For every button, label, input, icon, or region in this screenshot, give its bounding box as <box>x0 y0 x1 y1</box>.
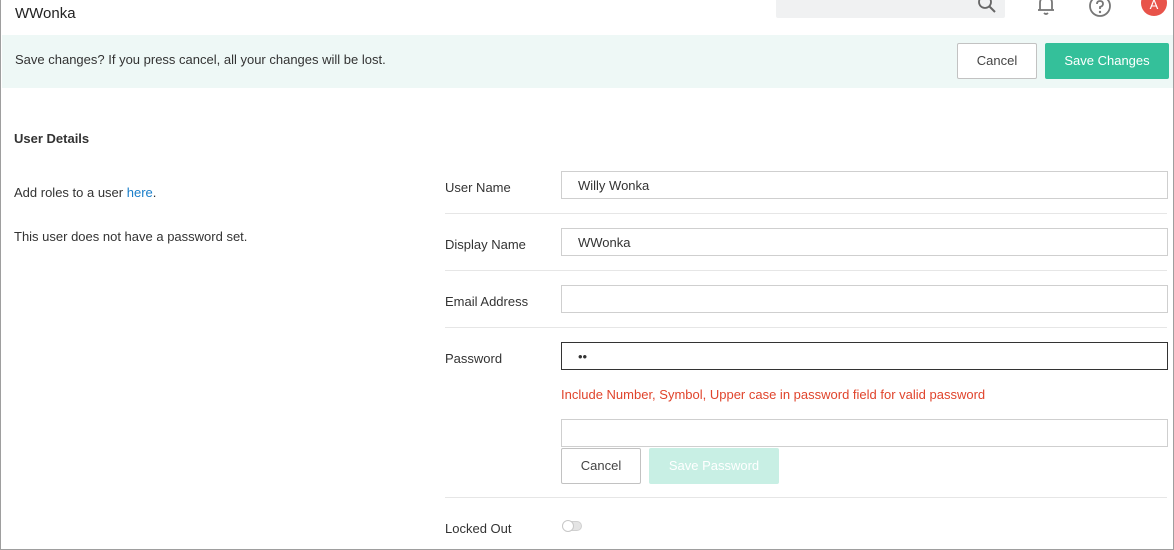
save-changes-button[interactable]: Save Changes <box>1045 43 1169 79</box>
email-input[interactable] <box>561 285 1168 313</box>
save-changes-banner: Save changes? If you press cancel, all y… <box>2 35 1173 88</box>
roles-suffix: . <box>152 185 157 200</box>
user-details-page: WWonka A Save changes? If you press canc… <box>0 0 1174 550</box>
banner-message: Save changes? If you press cancel, all y… <box>15 52 386 67</box>
user-name-label: User Name <box>445 180 511 195</box>
divider <box>445 327 1167 328</box>
display-name-label: Display Name <box>445 237 526 252</box>
password-label: Password <box>445 351 503 366</box>
locked-out-toggle[interactable] <box>562 520 582 532</box>
search-input[interactable] <box>776 0 1005 18</box>
roles-text: Add roles to a user here. <box>14 185 156 200</box>
divider <box>445 270 1167 271</box>
password-input[interactable] <box>561 342 1168 370</box>
avatar[interactable]: A <box>1141 0 1167 16</box>
page-title: WWonka <box>15 5 76 22</box>
confirm-password-input[interactable] <box>561 419 1168 447</box>
avatar-letter: A <box>1149 0 1159 12</box>
password-error: Include Number, Symbol, Upper case in pa… <box>561 387 986 402</box>
divider <box>445 497 1167 498</box>
cancel-button[interactable]: Cancel <box>957 43 1037 79</box>
display-name-input[interactable] <box>561 228 1168 256</box>
password-cancel-button[interactable]: Cancel <box>561 448 641 484</box>
roles-link[interactable]: here <box>127 185 153 200</box>
divider <box>445 213 1167 214</box>
toggle-knob <box>562 520 574 532</box>
roles-prefix: Add roles to a user <box>14 185 127 200</box>
section-title: User Details <box>14 131 90 146</box>
locked-out-label: Locked Out <box>445 521 512 536</box>
bell-icon[interactable] <box>1035 0 1057 16</box>
email-label: Email Address <box>445 294 529 309</box>
search-icon[interactable] <box>977 0 997 14</box>
user-name-input[interactable] <box>561 171 1168 199</box>
no-password-text: This user does not have a password set. <box>14 229 248 244</box>
help-icon[interactable] <box>1088 0 1112 18</box>
save-password-button[interactable]: Save Password <box>649 448 779 484</box>
